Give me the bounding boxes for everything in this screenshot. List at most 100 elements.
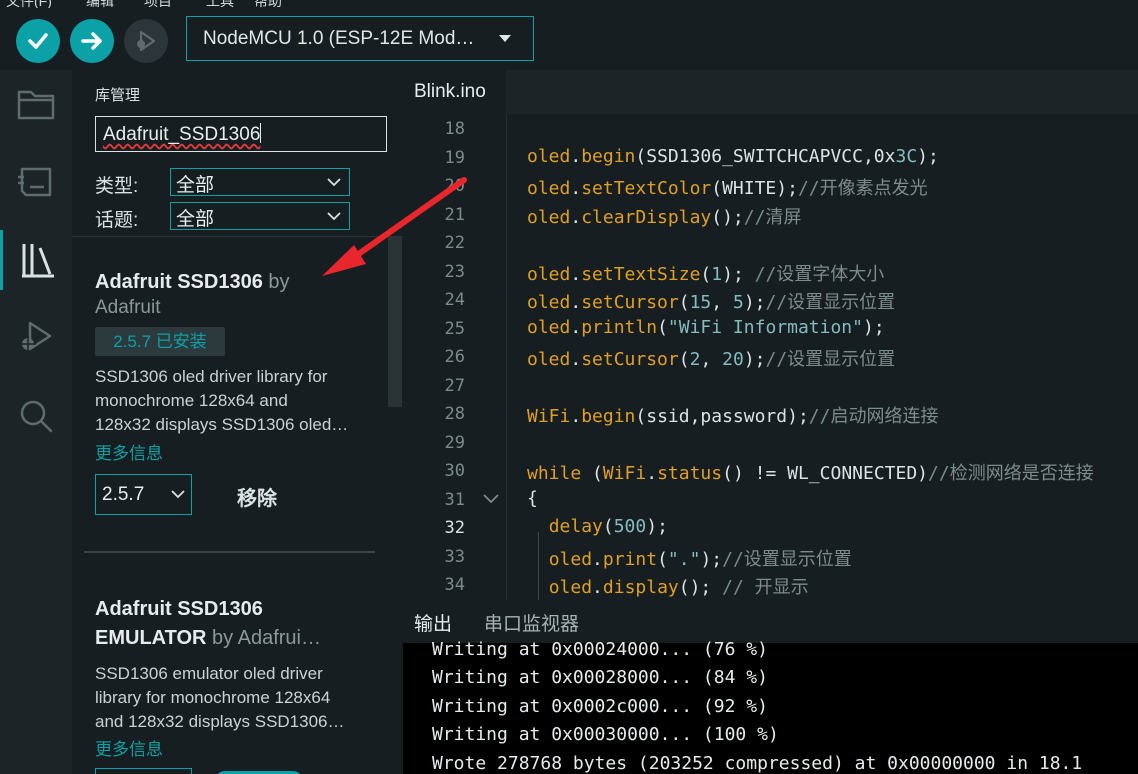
code-token: ); [862,316,885,338]
code-line: oled.clearDisplay();//清屏 [527,203,801,229]
tab-blink-ino[interactable]: Blink.ino [403,70,506,114]
item-divider [84,551,375,553]
code-token: oled [527,349,571,370]
code-token: oled [527,145,571,167]
more-info-link[interactable]: 更多信息 [95,735,163,760]
description-line: monochrome 128x64 and [95,391,288,410]
code-editor: Blink.ino 18 19 20 21 22 23 24 25 26 27 … [403,70,1138,602]
code-line: oled.print(".");//设置显示位置 [527,545,852,571]
menu-tools[interactable]: 工具 [206,0,234,8]
code-token: (); [678,577,723,598]
line-number: 30 [444,461,465,481]
code-token: ( [700,263,712,285]
code-token: setTextColor [581,178,712,199]
description-line: SSD1306 emulator oled driver [95,664,323,683]
code-token: . [570,292,582,313]
installed-badge: 2.5.7 已安装 [95,327,225,356]
debug-button[interactable] [124,19,168,63]
type-filter-value: 全部 [176,175,215,196]
code-token: . [570,145,582,167]
library-item-name-line2: EMULATOR by Adafrui… [95,627,321,650]
code-token: , [711,292,733,313]
code-token: oled [527,263,571,285]
boards-manager-button[interactable] [0,152,72,212]
chevron-down-icon[interactable] [483,494,499,504]
code-line: oled.println("WiFi Information"); [527,317,885,338]
line-number: 31 [444,490,465,510]
side-navigation [0,70,72,774]
search-icon [20,400,53,433]
code-token: //清屏 [743,206,802,228]
remove-button[interactable]: 移除 [237,482,277,511]
output-line: Wrote 278768 bytes (203252 compressed) a… [432,753,1083,774]
version-select[interactable]: 2.5.7 [95,474,192,515]
line-number: 26 [444,347,465,367]
code-line: oled.setTextColor(WHITE);//开像素点发光 [527,174,928,200]
code-token: 1 [711,263,723,285]
library-item-title: Adafruit SSD1306 [95,271,263,293]
upload-button[interactable] [70,19,114,63]
topic-filter-select[interactable]: 全部 [170,202,350,230]
menu-file[interactable]: 文件(F) [6,0,52,8]
code-line: delay(500); [527,516,668,537]
output-panel: 输出 串口监视器 Writing at 0x00024000... (76 %)… [403,600,1138,774]
code-token: , [700,349,723,370]
type-filter-label: 类型: [95,176,139,197]
code-token: () != WL_CONNECTED) [722,463,929,484]
tab-output[interactable]: 输出 [414,609,452,636]
code-token: //检测网络是否连接 [928,463,1094,484]
line-number: 32 [444,518,465,538]
code-token: //设置字体大小 [754,263,885,285]
menu-sketch[interactable]: 项目 [144,0,172,8]
version-select[interactable] [95,768,192,774]
code-token: (WHITE); [711,178,798,199]
code-token: . [570,316,582,338]
code-token: 20 [722,349,744,370]
library-item-name: Adafruit SSD1306 by [95,271,290,294]
type-filter-select[interactable]: 全部 [170,168,350,196]
output-line: Writing at 0x0002c000... (92 %) [432,696,768,717]
code-token: clearDisplay [581,206,712,228]
code-token: (SSD1306_SWITCHCAPVCC,0x [635,145,896,167]
library-item-author: Adafruit [95,297,161,318]
code-token: // 开显示 [722,577,809,598]
more-info-link[interactable]: 更多信息 [95,439,163,464]
code-token: //设置显示位置 [765,349,896,370]
menu-edit[interactable]: 编辑 [86,0,114,8]
menu-help[interactable]: 帮助 [254,0,282,8]
line-number: 19 [444,148,465,168]
text-cursor [260,123,262,143]
topic-filter-value: 全部 [176,209,215,230]
output-tabbar: 输出 串口监视器 [403,600,1138,643]
board-selector[interactable]: NodeMCU 1.0 (ESP-12E Mod… [186,16,534,61]
tab-serial-monitor[interactable]: 串口监视器 [484,609,579,636]
verify-button[interactable] [16,19,60,63]
code-token: ); [743,349,766,370]
output-line: Writing at 0x00024000... (76 %) [432,639,768,660]
line-number: 20 [444,176,465,196]
code-token: . [570,178,582,199]
folder-icon [17,90,55,120]
board-manager-icon [18,167,52,197]
library-item-title-cont: EMULATOR [95,627,207,649]
code-token: oled [548,577,593,598]
code-token: (); [711,206,744,228]
code-token: oled [527,316,571,338]
code-token: delay [548,516,603,537]
library-manager-panel: 库管理 Adafruit_SSD1306 类型: 全部 话题: 全部 Adafr… [72,70,403,774]
search-nav-button[interactable] [0,386,72,446]
sketchbook-button[interactable] [0,74,72,134]
library-search-input[interactable]: Adafruit_SSD1306 [95,116,387,152]
code-token: 2 [689,349,701,370]
code-token: 15 [689,292,712,313]
debug-nav-button[interactable] [0,308,72,368]
library-item-by: by [268,271,290,293]
library-manager-button[interactable] [0,230,72,290]
description-line: and 128x32 displays SSD1306… [95,712,345,731]
line-number: 18 [444,119,465,139]
search-value: Adafruit_SSD1306 [103,124,261,145]
library-scrollbar[interactable] [388,237,402,407]
code-token: ( [678,349,690,370]
code-token: ( [657,548,668,570]
